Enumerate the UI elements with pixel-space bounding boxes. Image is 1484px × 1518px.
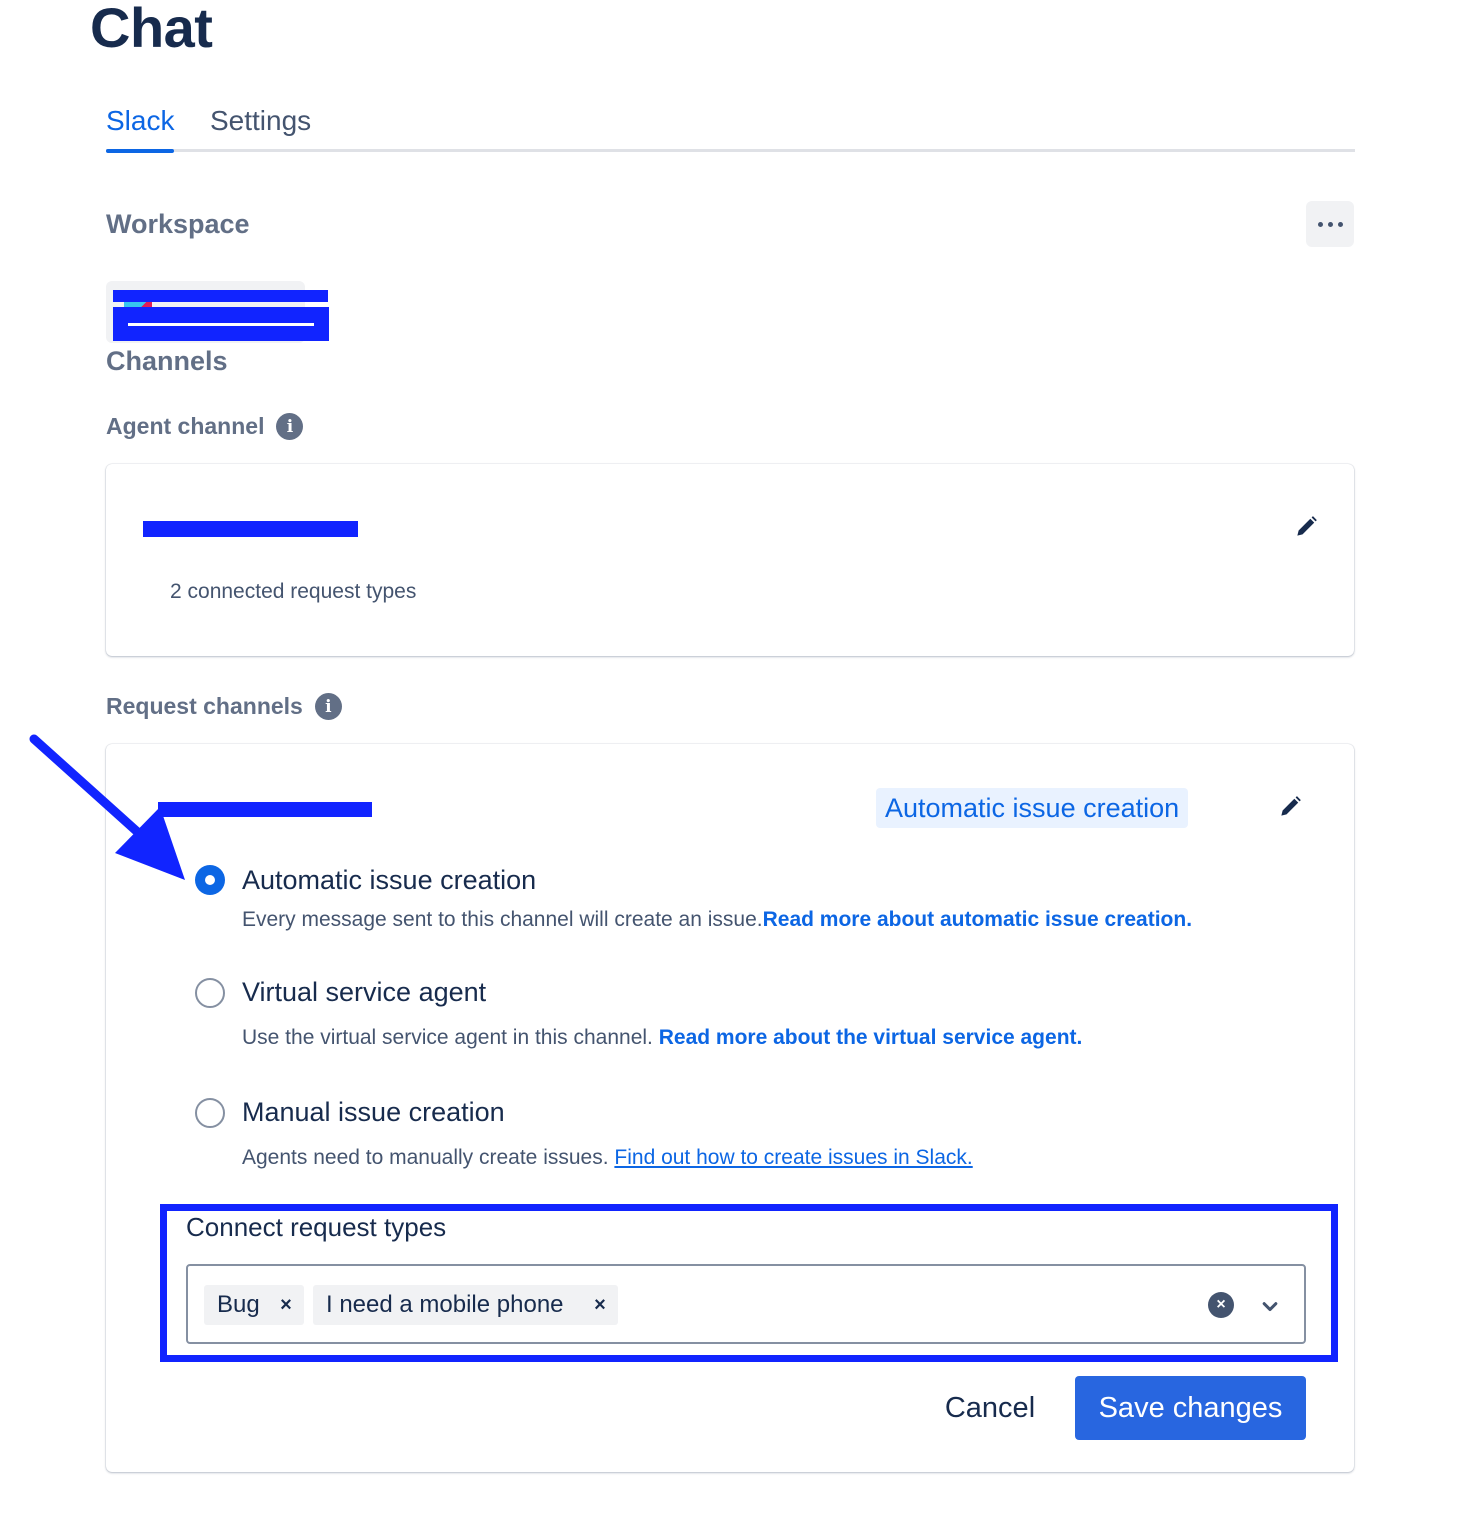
request-channels-label: Request channels i bbox=[106, 693, 342, 720]
create-issues-in-slack-link[interactable]: Find out how to create issues in Slack. bbox=[614, 1146, 972, 1169]
workspace-heading: Workspace bbox=[106, 209, 250, 239]
option-description: Agents need to manually create issues. F… bbox=[242, 1146, 973, 1169]
radio-manual-issue-creation[interactable] bbox=[195, 1098, 225, 1128]
option-title[interactable]: Virtual service agent bbox=[242, 976, 486, 1008]
info-icon[interactable]: i bbox=[276, 413, 304, 440]
annotation-highlight-box bbox=[160, 1204, 1338, 1362]
redaction-mark bbox=[113, 290, 328, 302]
option-description: Every message sent to this channel will … bbox=[242, 908, 1193, 931]
more-actions-button[interactable] bbox=[1306, 201, 1354, 247]
pencil-icon[interactable] bbox=[1277, 794, 1303, 820]
page-title: Chat bbox=[90, 0, 213, 59]
save-changes-button[interactable]: Save changes bbox=[1075, 1376, 1306, 1440]
arrow-annotation-icon bbox=[29, 734, 185, 880]
more-icon bbox=[1317, 221, 1323, 227]
read-more-automatic-link[interactable]: Read more about automatic issue creation… bbox=[763, 908, 1192, 931]
option-title[interactable]: Automatic issue creation bbox=[242, 864, 536, 896]
agent-channel-label: Agent channel i bbox=[106, 413, 304, 440]
channels-heading: Channels bbox=[106, 346, 228, 376]
redaction-mark bbox=[143, 521, 358, 537]
mode-lozenge: Automatic issue creation bbox=[876, 788, 1189, 828]
connected-request-types-count: 2 connected request types bbox=[170, 580, 417, 603]
tab-slack[interactable]: Slack bbox=[106, 104, 175, 153]
redaction-gap bbox=[128, 323, 314, 326]
option-title[interactable]: Manual issue creation bbox=[242, 1096, 505, 1128]
pencil-icon[interactable] bbox=[1293, 514, 1319, 540]
agent-channel-card: 2 connected request types bbox=[106, 464, 1354, 656]
option-description: Use the virtual service agent in this ch… bbox=[242, 1026, 1083, 1049]
tab-bar: Slack Settings bbox=[106, 100, 1355, 153]
read-more-virtual-agent-link[interactable]: Read more about the virtual service agen… bbox=[659, 1026, 1083, 1049]
tab-settings[interactable]: Settings bbox=[210, 104, 311, 138]
info-icon[interactable]: i bbox=[314, 693, 342, 720]
cancel-button[interactable]: Cancel bbox=[926, 1376, 1054, 1440]
radio-virtual-service-agent[interactable] bbox=[195, 978, 225, 1008]
